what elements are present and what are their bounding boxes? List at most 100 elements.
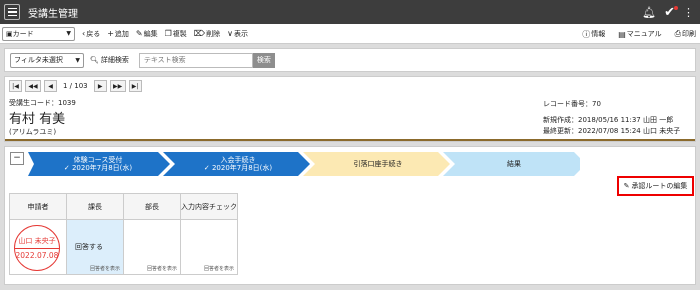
approval-cell-section-chief: 回答する 回答者を表示 [66,219,124,275]
advanced-search-label: 詳細検索 [100,56,129,64]
skip-last-icon: ▶| [131,82,139,90]
fast-forward-icon: ▶▶ [113,82,123,90]
approval-header-input-check: 入力内容チェック [180,193,238,220]
approval-stamp: 山口 未央子 2022.07.08 [14,225,60,271]
approval-header-department-head: 部長 [123,193,181,220]
show-respondent-link[interactable]: 回答者を表示 [90,265,120,272]
last-record-button[interactable]: ▶| [128,80,142,92]
stamp-name: 山口 未央子 [18,237,56,245]
text-search-input[interactable] [138,52,253,68]
collapse-button[interactable]: − [10,152,24,165]
approval-cell-input-check: 回答者を表示 [180,219,238,275]
edit-button[interactable]: ✎ 編集 [136,29,158,39]
manual-button[interactable]: ▤ マニュアル [618,29,661,39]
step-enrollment: 入会手続き ✓ 2020年7月8日(水) [168,152,308,176]
rewind-icon: ◀◀ [28,82,38,90]
filter-select[interactable]: フィルタ未選択 ▼ [10,52,84,68]
copy-icon: ❐ [164,29,172,38]
info-icon: ⓘ [582,29,591,39]
toolbar: ▣ カード ▼ ‹ 戻る + 追加 ✎ 編集 ❐ 複製 ⌦ 削除 ∨ 表示 ⓘ … [0,24,700,44]
chevron-down-icon: ▼ [66,30,71,37]
step-date: 2020年7月8日(水) [71,164,133,172]
student-code: 受講生コード：1039 [9,99,76,107]
show-respondent-link[interactable]: 回答者を表示 [147,265,177,272]
updated-info: 最終更新：2022/07/08 15:24 山口 未央子 [543,127,681,135]
printer-icon: ⎙ [674,29,681,38]
step-label: 結果 [507,159,521,168]
filter-select-value: フィルタ未選択 [14,56,63,64]
title-bar: 受講生管理 🔔︎ ✔︎ ⋮ [0,0,700,24]
next-record-button[interactable]: ▶ [93,80,107,92]
approval-cell-applicant: 山口 未央子 2022.07.08 [9,219,67,275]
fast-forward-button[interactable]: ▶▶ [109,80,126,92]
more-vertical-icon[interactable]: ⋮ [683,7,694,18]
display-label: 表示 [233,29,248,38]
student-name: 有村 有美 [9,112,66,127]
advanced-search-button[interactable]: 🔍︎ 詳細検索 [90,55,129,65]
edit-label: 編集 [143,29,158,38]
divider [5,139,695,141]
prev-record-button[interactable]: ◀ [44,80,57,92]
approval-route-label: 承認ルートの編集 [631,182,688,190]
approval-header-section-chief: 課長 [66,193,124,220]
display-button[interactable]: ∨ 表示 [227,29,248,39]
search-icon: 🔍︎ [90,56,99,64]
prev-icon: ◀ [48,82,53,90]
rewind-button[interactable]: ◀◀ [25,80,41,92]
check-icon[interactable]: ✔︎ [664,5,678,19]
record-number: レコード番号：70 [543,100,601,108]
pencil-icon: ✎ [135,29,143,38]
chevron-down-icon: ▼ [75,56,80,64]
edit-approval-route-button[interactable]: ✎ 承認ルートの編集 [617,176,694,196]
view-select[interactable]: ▣ カード ▼ [2,26,75,41]
pencil-icon: ✎ [623,182,630,190]
view-select-value: カード [12,29,34,38]
created-info: 新規作成：2018/05/16 11:37 山田 一郎 [543,116,674,124]
delete-button[interactable]: ⌦ 削除 [194,29,220,39]
copy-button[interactable]: ❐ 複製 [165,29,187,39]
trash-icon: ⌦ [193,29,206,38]
approval-table: 申請者 課長 部長 入力内容チェック 山口 未央子 2022.07.08 回答す… [9,193,238,275]
add-button[interactable]: + 追加 [107,29,129,39]
step-result: 結果 [448,152,580,176]
step-label: 体験コース受付 [73,155,123,164]
first-record-button[interactable]: |◀ [9,80,22,92]
check-icon: ✓ [63,164,70,172]
answer-button[interactable]: 回答する [75,242,103,252]
plus-icon: + [107,29,114,38]
back-button[interactable]: ‹ 戻る [82,29,100,39]
step-reception: 体験コース受付 ✓ 2020年7月8日(水) [28,152,168,176]
info-label: 情報 [591,30,606,38]
info-button[interactable]: ⓘ 情報 [582,29,605,40]
hamburger-menu-button[interactable] [4,4,20,20]
next-icon: ▶ [97,82,103,90]
chevron-left-icon: ‹ [82,29,86,38]
process-panel: − 体験コース受付 ✓ 2020年7月8日(水) 入会手続き ✓ 2020年7月… [4,146,696,285]
search-button[interactable]: 検索 [252,52,275,68]
page-indicator: 1 / 103 [63,82,88,90]
book-icon: ▤ [618,29,626,39]
approval-cell-department-head: 回答者を表示 [123,219,181,275]
skip-first-icon: |◀ [12,82,19,90]
step-date: 2020年7月8日(水) [211,164,273,172]
show-respondent-link[interactable]: 回答者を表示 [204,265,234,272]
check-icon: ✓ [203,164,210,172]
back-label: 戻る [86,29,101,38]
record-panel: |◀ ◀◀ ◀ 1 / 103 ▶ ▶▶ ▶| 受講生コード：1039 有村 有… [4,76,696,142]
step-label: 入会手続き [220,155,256,164]
copy-label: 複製 [172,29,187,38]
chevron-down-icon: ∨ [227,29,233,38]
step-bank-account: 引落口座手続き [308,152,448,176]
manual-label: マニュアル [626,30,662,38]
search-panel: フィルタ未選択 ▼ 🔍︎ 詳細検索 検索 [4,48,696,72]
add-label: 追加 [114,29,129,38]
print-button[interactable]: ⎙ 印刷 [675,29,696,39]
stamp-divider [15,248,59,249]
student-kana: (アリムラユミ) [9,128,57,136]
print-label: 印刷 [682,30,696,38]
bell-icon[interactable]: 🔔︎ [642,7,656,18]
stamp-date: 2022.07.08 [15,251,59,260]
approval-header-applicant: 申請者 [9,193,67,220]
app-title: 受講生管理 [28,8,78,20]
step-label: 引落口座手続き [353,159,403,168]
